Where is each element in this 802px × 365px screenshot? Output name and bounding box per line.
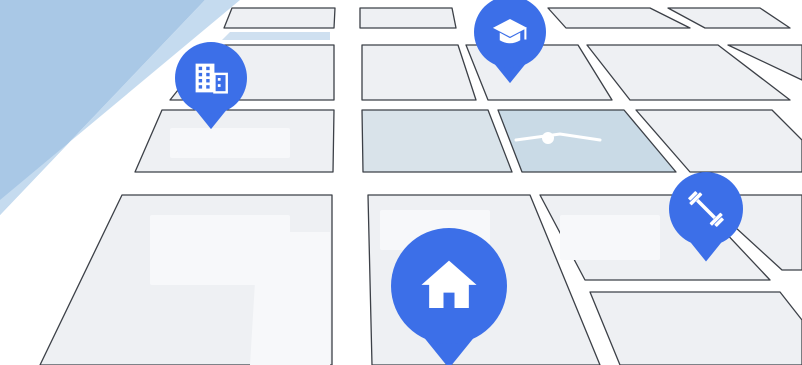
block xyxy=(547,7,691,29)
block xyxy=(361,109,513,173)
water-area xyxy=(0,0,330,215)
block xyxy=(589,291,802,365)
block xyxy=(667,7,791,29)
block xyxy=(361,44,477,101)
map-canvas[interactable] xyxy=(0,0,802,365)
block xyxy=(223,7,336,29)
map-view[interactable] xyxy=(0,0,802,365)
block xyxy=(359,7,457,29)
